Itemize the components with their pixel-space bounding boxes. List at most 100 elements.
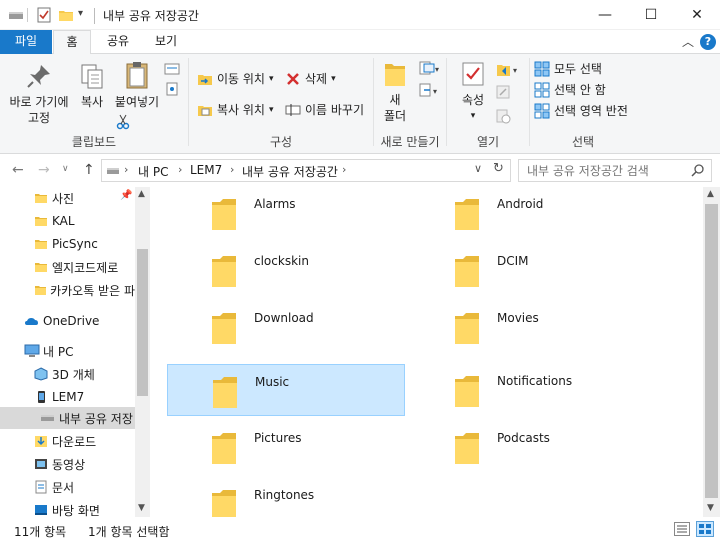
easy-access-icon[interactable]: ▾ <box>418 82 440 98</box>
folder-tile[interactable]: Notifications <box>410 364 648 416</box>
delete-icon <box>287 72 299 85</box>
nav-item-downloads[interactable]: 다운로드 <box>0 430 135 452</box>
scroll-down-icon[interactable]: ▼ <box>138 503 145 513</box>
invert-selection-button[interactable]: 선택 영역 반전 <box>534 102 628 119</box>
scroll-up-icon[interactable]: ▲ <box>707 189 714 199</box>
cut-small-icon[interactable] <box>164 62 180 76</box>
pin-quick-access-button[interactable]: 바로 가기에 고정 <box>6 62 72 126</box>
delete-button[interactable]: 삭제 ▾ <box>285 70 336 87</box>
folder-tile[interactable]: DCIM <box>410 244 648 296</box>
folder-tile[interactable]: Movies <box>410 301 648 353</box>
copy-to-button[interactable]: 복사 위치 ▾ <box>197 101 274 118</box>
search-icon[interactable] <box>691 163 705 180</box>
rename-button[interactable]: 이름 바꾸기 <box>285 101 364 118</box>
folder-tile-selected[interactable]: Music <box>167 364 405 416</box>
tab-file[interactable]: 파일 <box>0 30 52 54</box>
folder-tile[interactable]: clockskin <box>167 244 405 296</box>
pin-icon[interactable]: 📌 <box>120 190 132 201</box>
scissors-icon[interactable] <box>116 114 130 130</box>
tab-share[interactable]: 공유 <box>98 30 138 54</box>
open-icon[interactable]: ▾ <box>495 62 521 78</box>
tab-view[interactable]: 보기 <box>146 30 186 54</box>
minimize-button[interactable]: — <box>582 0 628 30</box>
copy-icon <box>78 62 106 94</box>
folder-icon <box>35 286 47 295</box>
nav-item-label: 바탕 화면 <box>52 503 100 518</box>
qa-customize-icon[interactable]: ▾ <box>78 8 83 19</box>
new-folder-button[interactable]: 새 폴더 <box>380 60 410 124</box>
nav-item-videos[interactable]: 동영상 <box>0 453 135 475</box>
breadcrumb-internal-storage[interactable]: 내부 공유 저장공간 <box>242 163 338 180</box>
nav-item-photos[interactable]: 사진 📌 <box>0 187 135 209</box>
folder-name: Alarms <box>254 197 296 211</box>
nav-item-desktop[interactable]: 바탕 화면 <box>0 499 135 517</box>
properties-label: 속성 <box>461 93 485 107</box>
select-group-label: 선택 <box>571 135 595 149</box>
breadcrumb-this-pc[interactable]: 내 PC <box>138 163 168 180</box>
content-scrollbar-thumb[interactable] <box>705 204 718 498</box>
forward-arrow-icon[interactable]: → <box>38 162 50 178</box>
video-icon <box>35 459 47 469</box>
select-all-button[interactable]: 모두 선택 <box>534 60 602 77</box>
history-icon[interactable] <box>495 108 511 124</box>
folder-icon <box>455 256 479 287</box>
properties-icon <box>459 60 487 92</box>
tiles-view-icon[interactable] <box>696 521 714 540</box>
folder-tile[interactable]: Android <box>410 187 648 239</box>
copy-button[interactable]: 복사 <box>74 62 110 110</box>
folder-tile[interactable]: Pictures <box>167 421 405 473</box>
nav-item-internal-storage[interactable]: 내부 공유 저장 <box>0 407 135 429</box>
search-input[interactable] <box>519 160 689 181</box>
address-bar[interactable]: › 내 PC › LEM7 › 내부 공유 저장공간 › ∨ ↻ <box>101 159 511 182</box>
copy-path-icon[interactable] <box>164 82 180 96</box>
paste-button[interactable]: 붙여넣기 <box>112 60 162 110</box>
invert-selection-label: 선택 영역 반전 <box>554 104 628 118</box>
nav-item-kal[interactable]: KAL <box>0 210 135 232</box>
folder-icon <box>455 433 479 464</box>
tab-home[interactable]: 홈 <box>53 30 91 55</box>
select-none-icon <box>534 82 550 97</box>
scroll-down-icon[interactable]: ▼ <box>707 503 714 513</box>
new-folder-qa-icon[interactable] <box>58 7 74 26</box>
properties-button[interactable]: 속성 ▾ <box>453 60 493 124</box>
chevron-right-icon[interactable]: › <box>342 163 346 176</box>
folder-tile[interactable]: Podcasts <box>410 421 648 473</box>
folder-icon <box>213 377 237 408</box>
nav-item-this-pc[interactable]: 내 PC <box>0 340 135 362</box>
nav-item-label: 카카오톡 받은 파 <box>50 283 135 298</box>
chevron-right-icon[interactable]: › <box>178 163 182 176</box>
ribbon-collapse-icon[interactable]: ︿ <box>682 33 694 50</box>
move-to-button[interactable]: 이동 위치 ▾ <box>197 70 274 87</box>
help-icon[interactable]: ? <box>700 34 716 50</box>
nav-item-documents[interactable]: 문서 <box>0 476 135 498</box>
properties-qa-icon[interactable] <box>36 7 52 26</box>
chevron-right-icon[interactable]: › <box>230 163 234 176</box>
address-dropdown-icon[interactable]: ∨ <box>474 162 482 175</box>
new-item-icon[interactable]: ▾ <box>418 60 440 76</box>
close-button[interactable]: ✕ <box>674 0 720 30</box>
select-none-button[interactable]: 선택 안 함 <box>534 81 606 98</box>
nav-item-kakaotalk[interactable]: 카카오톡 받은 파 <box>0 279 135 301</box>
back-arrow-icon[interactable]: ← <box>12 162 24 178</box>
maximize-button[interactable]: ☐ <box>628 0 674 30</box>
details-view-icon[interactable] <box>674 522 690 539</box>
folder-icon <box>212 199 236 230</box>
paste-label: 붙여넣기 <box>114 95 160 109</box>
computer-icon <box>24 344 40 357</box>
scroll-up-icon[interactable]: ▲ <box>138 189 145 199</box>
nav-item-lgcodezero[interactable]: 엘지코드제로 <box>0 256 135 278</box>
edit-icon[interactable] <box>495 84 511 100</box>
recent-locations-icon[interactable]: ∨ <box>62 164 69 174</box>
nav-item-lem7[interactable]: LEM7 <box>0 386 135 408</box>
folder-tile[interactable]: Download <box>167 301 405 353</box>
chevron-right-icon[interactable]: › <box>124 163 128 176</box>
nav-scrollbar-thumb[interactable] <box>137 249 148 396</box>
refresh-icon[interactable]: ↻ <box>493 161 504 176</box>
up-arrow-icon[interactable]: ↑ <box>83 162 95 178</box>
ribbon-tabs: 파일 홈 공유 보기 ︿ ? <box>0 30 720 55</box>
nav-item-onedrive[interactable]: OneDrive <box>0 310 135 332</box>
nav-item-picsync[interactable]: PicSync <box>0 233 135 255</box>
folder-tile[interactable]: Alarms <box>167 187 405 239</box>
breadcrumb-lem7[interactable]: LEM7 <box>190 163 222 177</box>
nav-item-3d-objects[interactable]: 3D 개체 <box>0 363 135 385</box>
